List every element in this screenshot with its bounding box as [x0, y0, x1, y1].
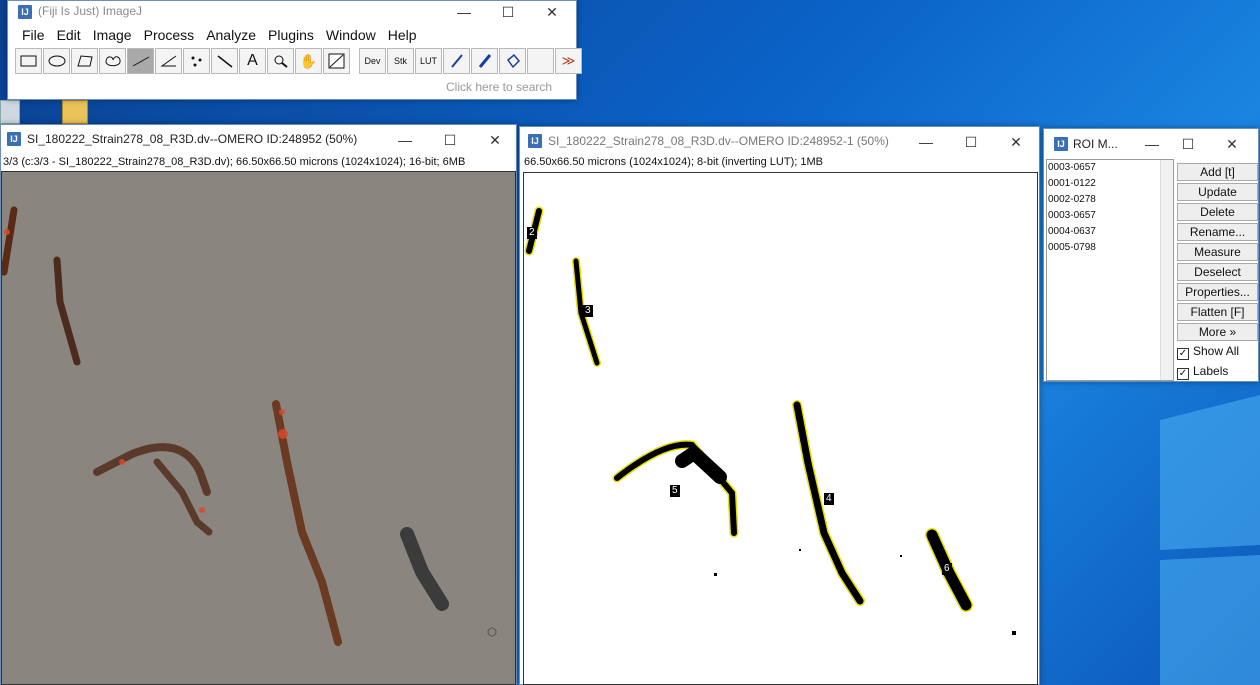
show-all-checkbox[interactable]: ✓ Show All [1177, 344, 1239, 360]
flatten-button[interactable]: Flatten [F] [1177, 303, 1258, 321]
imagej-app-icon: IJ [528, 134, 542, 148]
delete-button[interactable]: Delete [1177, 203, 1258, 221]
search-input[interactable]: Click here to search [446, 80, 582, 98]
imagej-main-window: IJ (Fiji Is Just) ImageJ — ☐ ✕ File Edit… [7, 0, 582, 100]
point-tool-icon[interactable] [183, 48, 210, 74]
labels-label: Labels [1193, 364, 1229, 378]
image-window-1-titlebar[interactable]: IJ SI_180222_Strain278_08_R3D.dv--OMERO … [1, 125, 516, 153]
close-button[interactable]: ✕ [1216, 133, 1248, 155]
properties-button[interactable]: Properties... [1177, 283, 1258, 301]
oval-tool-icon[interactable] [43, 48, 70, 74]
checkbox-checked-icon[interactable]: ✓ [1177, 348, 1189, 360]
minimize-button[interactable]: — [446, 1, 482, 23]
checkbox-checked-icon[interactable]: ✓ [1177, 368, 1189, 380]
deselect-button[interactable]: Deselect [1177, 263, 1258, 281]
line-tool-icon[interactable] [127, 48, 154, 74]
minimize-button[interactable]: — [1136, 133, 1168, 155]
roi-label-4[interactable]: 4 [824, 493, 834, 505]
image-window-2-titlebar[interactable]: IJ SI_180222_Strain278_08_R3D.dv--OMERO … [520, 127, 1039, 155]
rename-button[interactable]: Rename... [1177, 223, 1258, 241]
roi-label-6[interactable]: 6 [942, 563, 952, 575]
roi-manager-title: ROI M... [1073, 137, 1118, 151]
imagej-toolbar: A ✋ Dev Stk LUT ≫ [15, 48, 583, 76]
roi-label-3[interactable]: 3 [583, 305, 593, 317]
close-button[interactable]: ✕ [534, 1, 570, 23]
close-button[interactable]: ✕ [998, 131, 1034, 153]
image-info-line: 3/3 (c:3/3 - SI_180222_Strain278_08_R3D.… [3, 156, 466, 168]
imagej-app-icon: IJ [7, 132, 21, 146]
freehand-tool-icon[interactable] [99, 48, 126, 74]
wand-tool-icon[interactable] [211, 48, 238, 74]
imagej-window-title: (Fiji Is Just) ImageJ [38, 4, 143, 18]
maximize-button[interactable]: ☐ [432, 129, 468, 151]
image-window-1-title: SI_180222_Strain278_08_R3D.dv--OMERO ID:… [27, 132, 358, 146]
phase-image [2, 172, 515, 684]
roi-label-5[interactable]: 5 [670, 485, 680, 497]
lut-menu-button[interactable]: LUT [415, 48, 442, 74]
imagej-menubar: File Edit Image Process Analyze Plugins … [16, 27, 423, 43]
polygon-tool-icon[interactable] [71, 48, 98, 74]
magnifier-icon[interactable] [267, 48, 294, 74]
desktop-recycle-icon[interactable] [0, 100, 20, 124]
menu-plugins[interactable]: Plugins [262, 27, 320, 43]
pencil-icon[interactable] [443, 48, 470, 74]
more-button[interactable]: More » [1177, 323, 1258, 341]
menu-file[interactable]: File [16, 27, 51, 43]
empty-tool-slot[interactable] [527, 48, 554, 74]
add-button[interactable]: Add [t] [1177, 163, 1258, 181]
angle-tool-icon[interactable] [155, 48, 182, 74]
image-canvas-phase[interactable] [1, 171, 516, 685]
minimize-button[interactable]: — [908, 131, 944, 153]
update-button[interactable]: Update [1177, 183, 1258, 201]
menu-image[interactable]: Image [87, 27, 138, 43]
dev-menu-button[interactable]: Dev [359, 48, 386, 74]
roi-label-2[interactable]: 2 [527, 227, 537, 239]
roi-list-item[interactable]: 0003-0657 [1047, 208, 1173, 224]
flood-fill-icon[interactable] [499, 48, 526, 74]
roi-list[interactable]: 0003-0657 0001-0122 0002-0278 0003-0657 … [1046, 159, 1174, 381]
imagej-app-icon: IJ [18, 5, 32, 19]
image-window-2: IJ SI_180222_Strain278_08_R3D.dv--OMERO … [519, 126, 1040, 685]
hand-tool-icon[interactable]: ✋ [295, 48, 322, 74]
roi-list-item[interactable]: 0004-0637 [1047, 224, 1173, 240]
rectangle-tool-icon[interactable] [15, 48, 42, 74]
maximize-button[interactable]: ☐ [1172, 133, 1204, 155]
brush-icon[interactable] [471, 48, 498, 74]
menu-process[interactable]: Process [138, 27, 201, 43]
labels-checkbox[interactable]: ✓ Labels [1177, 364, 1228, 380]
stk-menu-button[interactable]: Stk [387, 48, 414, 74]
maximize-button[interactable]: ☐ [953, 131, 989, 153]
imagej-app-icon: IJ [1054, 137, 1068, 151]
roi-manager-window: IJ ROI M... — ☐ ✕ 0003-0657 0001-0122 00… [1043, 128, 1259, 382]
roi-list-item[interactable]: 0002-0278 [1047, 192, 1173, 208]
text-tool-icon[interactable]: A [239, 48, 266, 74]
close-button[interactable]: ✕ [477, 129, 513, 151]
more-tools-button[interactable]: ≫ [555, 48, 582, 74]
color-picker-icon[interactable] [323, 48, 350, 74]
measure-button[interactable]: Measure [1177, 243, 1258, 261]
menu-analyze[interactable]: Analyze [200, 27, 262, 43]
maximize-button[interactable]: ☐ [490, 1, 526, 23]
menu-help[interactable]: Help [382, 27, 423, 43]
roi-list-item[interactable]: 0005-0798 [1047, 240, 1173, 256]
imagej-titlebar[interactable]: IJ (Fiji Is Just) ImageJ — ☐ ✕ [8, 1, 576, 25]
roi-list-scrollbar[interactable] [1160, 160, 1173, 380]
windows-logo-icon [1160, 395, 1260, 685]
menu-window[interactable]: Window [320, 27, 382, 43]
image-window-1: IJ SI_180222_Strain278_08_R3D.dv--OMERO … [0, 124, 517, 685]
menu-edit[interactable]: Edit [51, 27, 87, 43]
roi-list-item[interactable]: 0003-0657 [1047, 160, 1173, 176]
roi-manager-titlebar[interactable]: IJ ROI M... — ☐ ✕ [1044, 129, 1258, 157]
desktop-folder-icon[interactable] [62, 100, 88, 124]
image-canvas-mask[interactable]: 2 3 5 4 6 [523, 172, 1038, 685]
minimize-button[interactable]: — [387, 129, 423, 151]
image-window-2-title: SI_180222_Strain278_08_R3D.dv--OMERO ID:… [548, 134, 889, 148]
mask-image [524, 206, 1016, 635]
roi-list-item[interactable]: 0001-0122 [1047, 176, 1173, 192]
show-all-label: Show All [1193, 344, 1240, 358]
image-info-line: 66.50x66.50 microns (1024x1024); 8-bit (… [524, 156, 823, 168]
